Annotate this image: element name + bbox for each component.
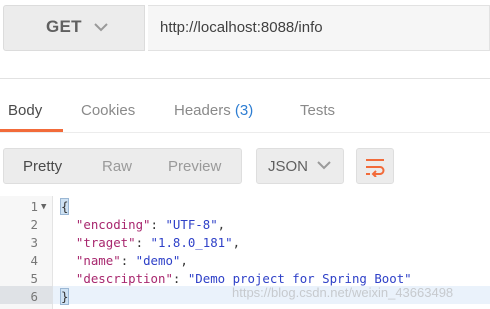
line-number: 2 (30, 217, 38, 232)
json-colon: : (150, 217, 166, 232)
tab-tests[interactable]: Tests (300, 102, 335, 119)
url-input[interactable]: http://localhost:8088/info (148, 5, 490, 51)
code-line: "encoding": "UTF-8", (61, 216, 225, 234)
json-value: "Demo project for Spring Boot" (187, 271, 412, 286)
tabs-divider (0, 132, 490, 133)
tab-headers[interactable]: Headers (3) (174, 102, 253, 119)
preview-button[interactable]: Preview (168, 158, 221, 175)
json-comma: , (232, 235, 241, 250)
code-line: { (59, 198, 70, 216)
format-select[interactable]: JSON (256, 148, 344, 184)
chevron-down-icon (317, 161, 331, 170)
request-bar: GET http://localhost:8088/info (0, 0, 490, 56)
json-value: "UTF-8" (165, 217, 218, 232)
line-number: 4 (30, 253, 38, 268)
wrap-lines-button[interactable] (356, 148, 394, 184)
json-key: "encoding" (75, 217, 151, 232)
code-line: "traget": "1.8.0_181", (61, 234, 240, 252)
line-number: 1 (30, 199, 38, 214)
json-key: "traget" (75, 235, 136, 250)
line-number: 6 (30, 289, 38, 304)
fold-arrow-icon[interactable]: ▼ (41, 198, 46, 216)
pretty-button[interactable]: Pretty (23, 158, 62, 175)
headers-count: (3) (234, 102, 254, 119)
view-mode-group: Pretty Raw Preview (3, 148, 242, 184)
json-key: "description" (75, 271, 173, 286)
json-value: "demo" (135, 253, 181, 268)
raw-button[interactable]: Raw (102, 158, 132, 175)
json-colon: : (172, 271, 188, 286)
code-line: "name": "demo", (61, 252, 188, 270)
json-colon: : (135, 235, 151, 250)
json-value: "1.8.0_181" (150, 235, 233, 250)
json-key: "name" (75, 253, 121, 268)
method-label: GET (46, 17, 82, 36)
line-number: 3 (30, 235, 38, 250)
format-label: JSON (268, 158, 309, 175)
response-tabs: Body Cookies Headers (3) Tests (0, 96, 490, 132)
divider (0, 78, 490, 79)
json-comma: , (217, 217, 226, 232)
method-select[interactable]: GET (3, 5, 145, 51)
wrap-lines-icon (366, 159, 385, 177)
code-line: } (59, 288, 70, 306)
url-text: http://localhost:8088/info (160, 19, 323, 36)
tab-headers-label: Headers (174, 102, 231, 119)
code-line: "description": "Demo project for Spring … (61, 270, 412, 288)
response-body[interactable]: 1 ▼ { 2 "encoding": "UTF-8", 3 "traget":… (0, 196, 490, 309)
tab-body[interactable]: Body (8, 102, 42, 119)
json-close-brace: } (59, 288, 70, 305)
active-line-highlight (0, 286, 490, 304)
json-open-brace: { (59, 198, 70, 215)
json-colon: : (120, 253, 136, 268)
line-number: 5 (30, 271, 38, 286)
chevron-down-icon (94, 23, 108, 32)
json-comma: , (180, 253, 188, 268)
tab-cookies[interactable]: Cookies (81, 102, 135, 119)
